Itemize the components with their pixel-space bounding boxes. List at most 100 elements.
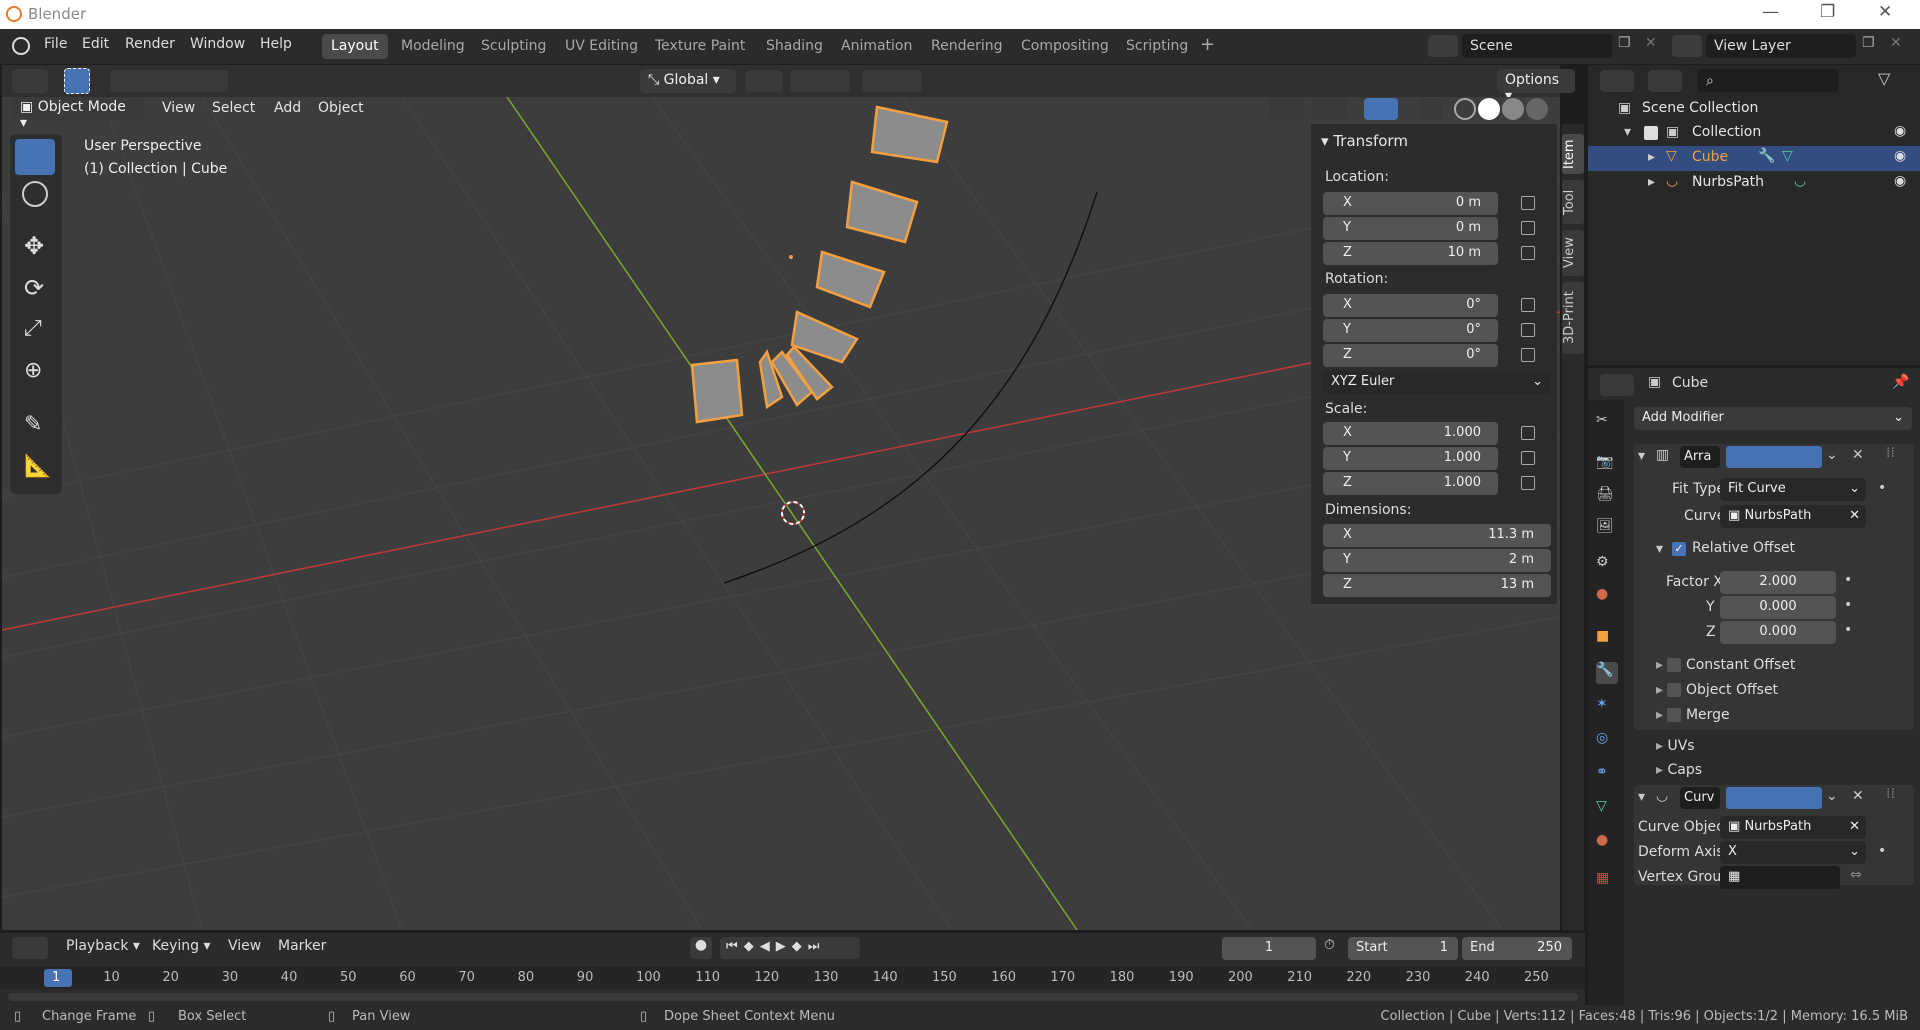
menu-window[interactable]: Window [190, 36, 245, 52]
data-icon[interactable]: ▽ [1596, 798, 1618, 820]
keyframe-dot-icon[interactable]: • [1878, 480, 1886, 496]
constant-offset-row[interactable]: ▸ Constant Offset [1656, 657, 1795, 673]
uvs-row[interactable]: ▸ UVs [1656, 738, 1695, 754]
keyframe-dot-icon[interactable]: • [1844, 572, 1852, 588]
material-shading-icon[interactable] [1502, 98, 1524, 120]
menu-marker[interactable]: Marker [278, 938, 326, 954]
gizmo-icon[interactable] [1312, 97, 1346, 119]
outliner-row-nurbspath[interactable]: ▸ ◡ NurbsPath ◡ ◉ [1588, 171, 1920, 196]
restore-icon[interactable]: ❐ [1820, 2, 1835, 22]
location-z-field[interactable]: Z 10 m [1323, 242, 1498, 265]
menu-help[interactable]: Help [260, 36, 292, 52]
deform-axis-dropdown[interactable]: X ⌄ [1720, 841, 1866, 864]
delete-scene-icon[interactable]: ✕ [1645, 35, 1657, 51]
chevron-down-icon[interactable]: ⌄ [1826, 447, 1838, 463]
menu-object[interactable]: Object [318, 100, 364, 116]
start-frame-field[interactable]: Start 1 [1348, 937, 1458, 960]
tab-shading[interactable]: Shading [757, 34, 832, 59]
outliner-row-cube[interactable]: ▸ ▽ Cube 🔧 ▽ ◉ [1588, 146, 1920, 171]
location-x-field[interactable]: X 0 m [1323, 192, 1498, 215]
new-scene-icon[interactable]: ❐ [1618, 35, 1631, 51]
tab-tool[interactable]: Tool [1562, 180, 1584, 224]
editor-type-icon[interactable] [12, 69, 48, 93]
playback-controls[interactable]: ⏮◆◀▶◆⏭ [720, 937, 860, 959]
menu-keying[interactable]: Keying ▾ [152, 938, 211, 954]
rotation-mode-dropdown[interactable]: XYZ Euler ⌄ [1323, 371, 1551, 394]
lock-icon[interactable] [1521, 196, 1535, 210]
keyframe-dot-icon[interactable]: • [1844, 622, 1852, 638]
object-properties-icon[interactable]: ■ [1596, 628, 1618, 650]
tab-layout[interactable]: Layout [322, 34, 388, 59]
view-layer-icon[interactable]: 🖼 [1596, 518, 1618, 540]
annotate-tool-icon[interactable]: ✎ [24, 412, 42, 437]
modifier-toggle-icons[interactable] [1726, 787, 1822, 809]
rotate-tool-icon[interactable]: ⟳ [24, 274, 44, 302]
drag-handle-icon[interactable]: ⁞⁞ [1886, 786, 1895, 802]
tab-rendering[interactable]: Rendering [922, 34, 1012, 59]
current-frame-field[interactable]: 1 [1222, 937, 1316, 960]
measure-tool-icon[interactable]: 📐 [24, 454, 51, 479]
location-y-field[interactable]: Y 0 m [1323, 217, 1498, 240]
render-icon[interactable]: 📷 [1596, 454, 1618, 476]
lock-icon[interactable] [1521, 246, 1535, 260]
expand-icon[interactable]: ▾ [1624, 124, 1631, 140]
factor-z-field[interactable]: 0.000 [1720, 621, 1836, 644]
timeline-scrollbar[interactable] [8, 993, 1578, 1001]
blender-menu-icon[interactable] [12, 37, 30, 55]
caps-row[interactable]: ▸ Caps [1656, 762, 1702, 778]
outliner-row-scene-collection[interactable]: ▣ Scene Collection [1588, 97, 1920, 122]
add-modifier-dropdown[interactable]: Add Modifier ⌄ [1634, 407, 1912, 430]
vertex-group-field[interactable]: ▦ [1720, 866, 1840, 889]
object-offset-row[interactable]: ▸ Object Offset [1656, 682, 1778, 698]
clock-icon[interactable]: ⏱ [1324, 937, 1335, 953]
properties-editor-type-icon[interactable] [1600, 374, 1634, 396]
lock-icon[interactable] [1521, 323, 1535, 337]
clear-icon[interactable]: ✕ [1849, 819, 1860, 834]
frame-ruler[interactable]: 1 10 20 30 40 50 60 70 80 90 100 110 120 130 140 150 160… [0, 967, 1585, 989]
world-icon[interactable]: ● [1596, 586, 1618, 608]
selection-mode-icons[interactable] [110, 70, 228, 92]
material-icon[interactable]: ● [1596, 832, 1618, 854]
dimensions-y-field[interactable]: Y 2 m [1323, 549, 1551, 572]
outliner-search-input[interactable]: ⌕ [1698, 69, 1838, 92]
curve-modifier-name[interactable]: Curv [1680, 787, 1720, 809]
rotation-z-field[interactable]: Z 0° [1323, 344, 1498, 367]
curve-object-field[interactable]: ▣ NurbsPath ✕ [1720, 816, 1866, 839]
relative-offset-checkbox[interactable]: ✓ [1672, 542, 1686, 556]
new-view-layer-icon[interactable]: ❐ [1862, 35, 1875, 51]
tab-compositing[interactable]: Compositing [1012, 34, 1118, 59]
menu-file[interactable]: File [44, 36, 67, 52]
expand-icon[interactable]: ▸ [1648, 149, 1655, 165]
wireframe-shading-icon[interactable] [1454, 98, 1476, 120]
chevron-down-icon[interactable]: ⌄ [1826, 788, 1838, 804]
tool-settings-icon[interactable]: ✂ [1596, 412, 1618, 434]
clear-icon[interactable]: ✕ [1849, 508, 1860, 523]
proportional-edit-icon[interactable] [862, 70, 922, 92]
add-workspace-icon[interactable]: + [1200, 34, 1215, 55]
visibility-icon[interactable] [1270, 97, 1304, 119]
menu-edit[interactable]: Edit [82, 36, 109, 52]
lock-icon[interactable] [1521, 348, 1535, 362]
checkbox-icon[interactable] [1667, 708, 1682, 722]
outliner-display-mode-icon[interactable] [1600, 70, 1634, 92]
outliner-row-collection[interactable]: ▾ ▣ Collection ◉ [1588, 121, 1920, 146]
collapse-icon[interactable]: ▾ [1638, 789, 1645, 805]
select-tool-icon[interactable] [15, 139, 55, 175]
remove-modifier-icon[interactable]: ✕ [1852, 788, 1864, 804]
menu-select[interactable]: Select [212, 100, 255, 116]
rotation-y-field[interactable]: Y 0° [1323, 319, 1498, 342]
filter-icon[interactable] [1648, 70, 1682, 92]
array-modifier-name[interactable]: Arra [1680, 446, 1720, 468]
scale-tool-icon[interactable]: ⤢ [24, 316, 42, 341]
scene-icon[interactable]: ⚙ [1596, 554, 1618, 576]
lock-icon[interactable] [1521, 426, 1535, 440]
overlays-icon[interactable] [1364, 98, 1398, 120]
keyframe-dot-icon[interactable]: • [1878, 843, 1886, 859]
snap-icon[interactable] [790, 70, 850, 92]
move-tool-icon[interactable]: ✥ [24, 232, 44, 260]
tab-texture-paint[interactable]: Texture Paint [646, 34, 754, 59]
fit-type-dropdown[interactable]: Fit Curve ⌄ [1720, 478, 1866, 501]
tab-modeling[interactable]: Modeling [392, 34, 474, 59]
view-layer-browse-icon[interactable] [1672, 35, 1702, 57]
expand-icon[interactable]: ▸ [1648, 174, 1655, 190]
